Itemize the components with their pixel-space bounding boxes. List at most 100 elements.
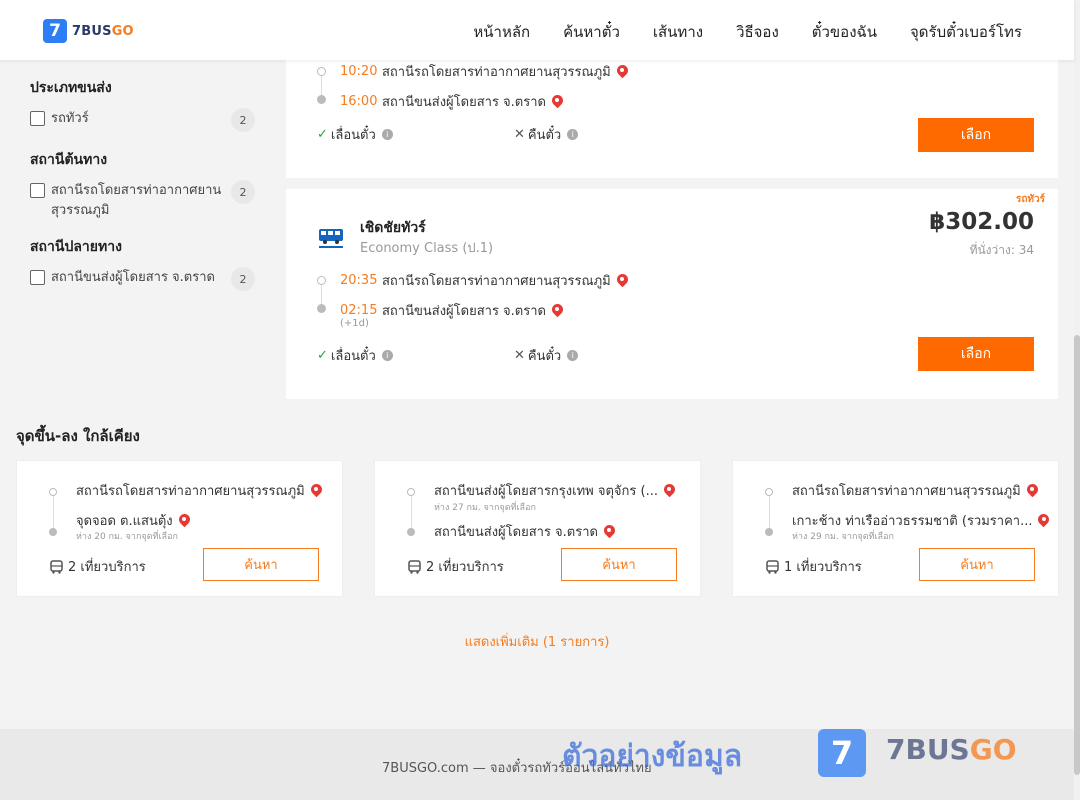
- distance-note: ห่าง 27 กม. จากจุดที่เลือก: [434, 503, 536, 513]
- depart-dot: [317, 67, 326, 76]
- depart-station: สถานีรถโดยสารท่าอากาศยานสุวรรณภูมิ: [382, 274, 611, 289]
- depart-time: 20:35: [340, 273, 378, 288]
- nav-ticket-pickup[interactable]: จุดรับตั๋วเบอร์โทร: [910, 20, 1022, 44]
- nav-routes[interactable]: เส้นทาง: [653, 20, 703, 44]
- ticket-price: ฿302.00: [929, 209, 1034, 235]
- filter-label: รถทัวร์: [51, 111, 89, 126]
- map-pin-icon[interactable]: [664, 484, 675, 498]
- watermark-brand-text: 7BUS: [886, 733, 970, 766]
- nav-how-to-book[interactable]: วิธีจอง: [736, 20, 779, 44]
- depart-stop: 20:35 สถานีรถโดยสารท่าอากาศยานสุวรรณภูมิ: [340, 270, 628, 291]
- top-header: 7 7BUSGO หน้าหลัก ค้นหาตั๋ว เส้นทาง วิธี…: [0, 0, 1074, 60]
- nearby-to: สถานีขนส่งผู้โดยสาร จ.ตราด: [434, 521, 615, 542]
- map-pin-icon[interactable]: [1038, 514, 1049, 528]
- map-pin-icon[interactable]: [604, 525, 615, 539]
- nearby-search-button[interactable]: ค้นหา: [203, 548, 319, 581]
- nearby-to-label: เกาะช้าง ท่าเรืออ่าวธรรมชาติ (รวมราคา...: [792, 514, 1033, 529]
- distance-note: ห่าง 29 กม. จากจุดที่เลือก: [792, 532, 894, 542]
- to-dot: [765, 528, 773, 536]
- filter-option[interactable]: สถานีรถโดยสารท่าอากาศยานสุวรรณภูมิ 2: [30, 180, 255, 221]
- map-pin-icon[interactable]: [617, 274, 628, 288]
- map-pin-icon[interactable]: [1027, 484, 1038, 498]
- cross-icon: ✕: [514, 127, 525, 142]
- nearby-to: เกาะช้าง ท่าเรืออ่าวธรรมชาติ (รวมราคา...: [792, 510, 1049, 531]
- checkbox-icon[interactable]: [30, 183, 45, 198]
- nearby-search-button[interactable]: ค้นหา: [561, 548, 677, 581]
- nearby-from-label: สถานีรถโดยสารท่าอากาศยานสุวรรณภูมิ: [76, 484, 305, 499]
- from-dot: [49, 488, 57, 496]
- checkbox-icon[interactable]: [30, 111, 45, 126]
- depart-dot: [317, 276, 326, 285]
- result-card: รถทัวร์ เชิดชัยทัวร์ Economy Class (ป.1)…: [286, 189, 1058, 399]
- page-scrollbar[interactable]: [1074, 0, 1080, 800]
- nearby-from: สถานีขนส่งผู้โดยสารกรุงเทพ จตุจักร (...: [434, 480, 675, 501]
- nav-home[interactable]: หน้าหลัก: [473, 20, 530, 44]
- watermark-text: ตัวอย่างข้อมูล: [562, 739, 743, 774]
- map-pin-icon[interactable]: [617, 65, 628, 79]
- vehicle-tag: รถทัวร์: [1015, 194, 1045, 205]
- filter-title: ประเภทขนส่ง: [30, 80, 112, 96]
- nearby-from-label: สถานีขนส่งผู้โดยสารกรุงเทพ จตุจักร (...: [434, 484, 658, 499]
- route-line: [410, 494, 412, 532]
- trip-count-label: 2 เที่ยวบริการ: [68, 560, 146, 575]
- count-badge: 2: [231, 180, 255, 204]
- scroll-thumb[interactable]: [1074, 335, 1080, 775]
- map-pin-icon[interactable]: [311, 484, 322, 498]
- nearby-to-label: สถานีขนส่งผู้โดยสาร จ.ตราด: [434, 525, 598, 540]
- arrive-time: 16:00: [340, 94, 378, 109]
- arrive-stop: 16:00 สถานีขนส่งผู้โดยสาร จ.ตราด: [340, 91, 563, 112]
- route-line: [768, 494, 770, 532]
- to-dot: [49, 528, 57, 536]
- filter-label: สถานีรถโดยสารท่าอากาศยานสุวรรณภูมิ: [51, 183, 222, 218]
- trip-count: 2 เที่ยวบริการ: [50, 556, 146, 577]
- cross-icon: ✕: [514, 348, 525, 363]
- nearby-search-button[interactable]: ค้นหา: [919, 548, 1035, 581]
- to-dot: [407, 528, 415, 536]
- map-pin-icon[interactable]: [552, 304, 563, 318]
- reschedule-label: เลื่อนตั๋ว: [330, 349, 376, 364]
- route-line: [52, 494, 54, 532]
- map-pin-icon[interactable]: [552, 95, 563, 109]
- depart-time: 10:20: [340, 64, 378, 79]
- refund-label: คืนตั๋ว: [527, 128, 562, 143]
- site-logo[interactable]: 7 7BUSGO: [43, 19, 134, 43]
- nav-my-tickets[interactable]: ตั๋วของฉัน: [812, 20, 877, 44]
- filter-option[interactable]: สถานีขนส่งผู้โดยสาร จ.ตราด 2: [30, 267, 255, 291]
- show-more-link[interactable]: แสดงเพิ่มเติม (1 รายการ): [0, 631, 1074, 652]
- select-button[interactable]: เลือก: [918, 337, 1034, 371]
- seat-class: Economy Class (ป.1): [360, 241, 494, 256]
- nearby-title: จุดขึ้น-ลง ใกล้เคียง: [16, 427, 140, 445]
- filter-title: สถานีปลายทาง: [30, 239, 122, 255]
- nearby-to-label: จุดจอด ต.แสนตุ้ง: [76, 514, 173, 529]
- select-button[interactable]: เลือก: [918, 118, 1034, 152]
- info-icon[interactable]: i: [567, 350, 579, 361]
- count-badge: 2: [231, 267, 255, 291]
- trip-count-label: 1 เที่ยวบริการ: [784, 560, 862, 575]
- from-dot: [765, 488, 773, 496]
- info-icon[interactable]: i: [567, 129, 579, 140]
- trip-count-label: 2 เที่ยวบริการ: [426, 560, 504, 575]
- depart-stop: 10:20 สถานีรถโดยสารท่าอากาศยานสุวรรณภูมิ: [340, 61, 628, 82]
- operator-logo-icon: [319, 229, 343, 248]
- main-nav: หน้าหลัก ค้นหาตั๋ว เส้นทาง วิธีจอง ตั๋วข…: [473, 20, 1022, 44]
- nearby-card: สถานีรถโดยสารท่าอากาศยานสุวรรณภูมิ เกาะช…: [732, 460, 1059, 597]
- nearby-from: สถานีรถโดยสารท่าอากาศยานสุวรรณภูมิ: [792, 480, 1038, 501]
- bus-icon: [50, 559, 63, 574]
- arrive-station: สถานีขนส่งผู้โดยสาร จ.ตราด: [382, 304, 546, 319]
- logo-text: 7BUSGO: [72, 24, 134, 39]
- arrive-stop: 02:15 สถานีขนส่งผู้โดยสาร จ.ตราด: [340, 300, 563, 321]
- refund-policy: ✕ คืนตั๋ว i: [514, 124, 579, 145]
- bus-icon: [408, 559, 421, 574]
- checkbox-icon[interactable]: [30, 270, 45, 285]
- trip-count: 2 เที่ยวบริการ: [408, 556, 504, 577]
- info-icon[interactable]: i: [381, 350, 393, 361]
- info-icon[interactable]: i: [381, 129, 393, 140]
- map-pin-icon[interactable]: [179, 514, 190, 528]
- refund-label: คืนตั๋ว: [527, 349, 562, 364]
- logo-brand: 7BUS: [72, 23, 112, 39]
- nav-search-tickets[interactable]: ค้นหาตั๋ว: [563, 20, 620, 44]
- reschedule-policy: ✓ เลื่อนตั๋ว i: [317, 345, 393, 366]
- filter-option[interactable]: รถทัวร์ 2: [30, 108, 255, 132]
- footer: 7BUSGO.com — จองตั๋วรถทัวร์ออนไลน์ทั่วไท…: [0, 729, 1074, 800]
- operator-name: เชิดชัยทัวร์: [360, 220, 426, 236]
